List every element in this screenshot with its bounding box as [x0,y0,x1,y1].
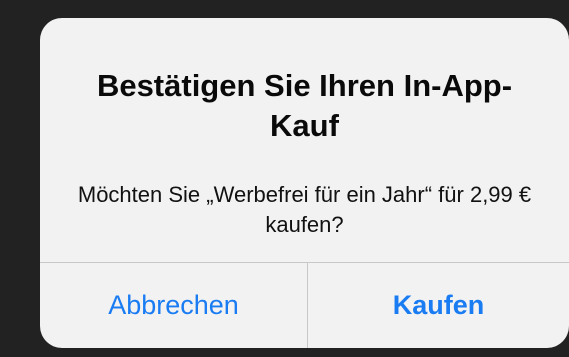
buy-button[interactable]: Kaufen [308,263,569,348]
dialog-message: Möchten Sie „Werbefrei für ein Jahr“ für… [77,182,532,237]
dialog-title: Bestätigen Sie Ihren In-App-Kauf [96,68,513,143]
cancel-button[interactable]: Abbrechen [40,263,307,348]
purchase-confirmation-dialog: Bestätigen Sie Ihren In-App-Kauf Möchten… [40,18,569,348]
